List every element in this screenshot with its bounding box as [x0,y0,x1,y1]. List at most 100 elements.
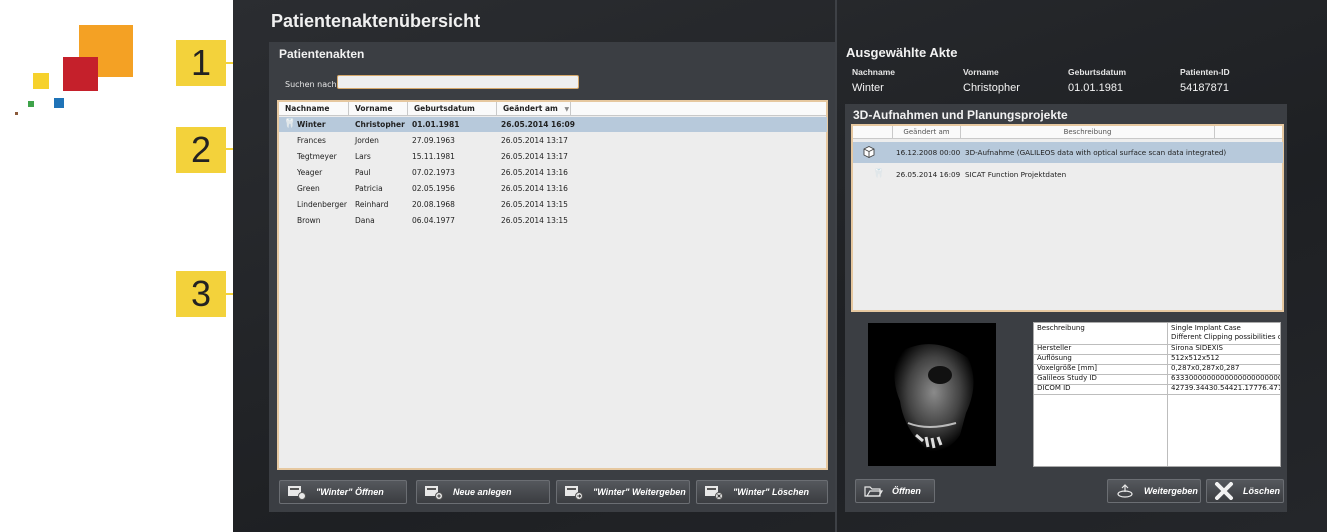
app-window: Patientenaktenübersicht Patientenakten S… [233,0,1327,532]
info-value: Sirona SIDEXIS [1167,344,1223,354]
project-changed: 16.12.2008 00:00 [896,148,961,157]
cell-firstname: Christopher [355,120,405,129]
projects-panel: 3D-Aufnahmen und Planungsprojekte Geände… [845,104,1287,512]
logo-square-red [63,57,98,91]
value-dob: 01.01.1981 [1068,82,1124,94]
info-value: 42739.34430.54421.17776.47144 [1167,384,1280,394]
cell-firstname: Paul [355,168,371,177]
delete-patient-button[interactable]: "Winter" Löschen [696,480,828,504]
sort-desc-icon: ▼ [564,106,570,113]
cell-lastname: Yeager [297,168,323,177]
info-value-line2: Different Clipping possibilities ca [1171,333,1281,341]
info-value-line1: Single Implant Case [1171,324,1241,332]
cell-firstname: Jorden [355,136,379,145]
logo-square-green [28,101,34,107]
cell-changed: 26.05.2014 13:17 [501,136,568,145]
project-changed: 26.05.2014 16:09 [896,170,961,179]
cell-changed: 26.05.2014 13:15 [501,216,568,225]
open-project-label: Öffnen [892,486,921,496]
cell-dob: 15.11.1981 [412,152,455,161]
patient-row[interactable]: 🦷 Winter Christopher 01.01.1981 26.05.20… [279,117,827,132]
projects-list[interactable]: Geändert am Beschreibung 16.12.2008 00:0… [851,124,1284,312]
project-detail: Beschreibung Single Implant Case Differe… [851,316,1284,474]
tooth-icon: 🦷 [284,119,296,129]
project-description: SICAT Function Projektdaten [965,170,1067,179]
open-patient-button[interactable]: "Winter" Öffnen [279,480,407,504]
logo-square-yellow [33,73,49,89]
patient-row[interactable]: Frances Jorden 27.09.1963 26.05.2014 13:… [279,133,827,148]
cell-firstname: Reinhard [355,200,389,209]
cell-lastname: Winter [297,120,326,129]
cell-dob: 06.04.1977 [412,216,455,225]
value-firstname: Christopher [963,82,1020,94]
info-value: 0,287x0,287x0,287 [1167,364,1239,374]
cell-lastname: Frances [297,136,326,145]
proj-col-icon [853,126,893,139]
forward-patient-label: "Winter" Weitergeben [593,487,686,497]
info-row: DICOM ID 42739.34430.54421.17776.47144 [1034,384,1280,395]
cell-dob: 27.09.1963 [412,136,455,145]
record-open-icon [286,484,308,500]
forward-patient-button[interactable]: "Winter" Weitergeben [556,480,690,504]
info-column-divider [1167,394,1168,466]
project-row[interactable]: 🦷 26.05.2014 16:09 SICAT Function Projek… [853,164,1283,185]
callout-1: 1 [176,40,226,86]
proj-col-filler [1215,126,1282,139]
cell-firstname: Lars [355,152,371,161]
col-header-dob[interactable]: Geburtsdatum [408,102,497,116]
label-patient-id: Patienten-ID [1180,67,1230,77]
info-value: 512x512x512 [1167,354,1219,364]
folder-open-icon [862,483,884,499]
info-key: Galileos Study ID [1037,374,1097,382]
delete-project-button[interactable]: Löschen [1206,479,1284,503]
pane-divider [835,0,837,532]
cell-firstname: Patricia [355,184,383,193]
value-lastname: Winter [852,82,884,94]
open-project-button[interactable]: Öffnen [855,479,935,503]
col-header-filler [571,102,826,116]
col-header-changed-label: Geändert am [503,104,558,113]
col-header-changed[interactable]: Geändert am ▼ [497,102,571,116]
patient-row[interactable]: Lindenberger Reinhard 20.08.1968 26.05.2… [279,197,827,212]
patient-row[interactable]: Tegtmeyer Lars 15.11.1981 26.05.2014 13:… [279,149,827,164]
label-firstname: Vorname [963,67,999,77]
cell-changed: 26.05.2014 13:15 [501,200,568,209]
page-title: Patientenaktenübersicht [271,11,481,31]
info-key: Auflösung [1037,354,1072,362]
cell-dob: 07.02.1973 [412,168,455,177]
forward-project-label: Weitergeben [1144,486,1198,496]
cell-lastname: Green [297,184,320,193]
patient-row[interactable]: Green Patricia 02.05.1956 26.05.2014 13:… [279,181,827,196]
cell-lastname: Brown [297,216,321,225]
label-dob: Geburtsdatum [1068,67,1127,77]
proj-col-changed[interactable]: Geändert am [893,126,961,139]
callout-2: 2 [176,127,226,173]
forward-project-button[interactable]: Weitergeben [1107,479,1201,503]
delete-patient-label: "Winter" Löschen [733,487,809,497]
patient-list[interactable]: Nachname Vorname Geburtsdatum Geändert a… [277,100,828,470]
project-description: 3D-Aufnahme (GALILEOS data with optical … [965,148,1227,157]
patient-records-title: Patientenakten [279,47,365,61]
proj-col-description[interactable]: Beschreibung [961,126,1215,139]
selected-record-title: Ausgewählte Akte [846,45,958,60]
search-input[interactable] [337,75,579,89]
value-patient-id: 54187871 [1180,82,1229,94]
projects-title: 3D-Aufnahmen und Planungsprojekte [853,108,1068,122]
cell-lastname: Lindenberger [297,200,347,209]
new-patient-button[interactable]: Neue anlegen [416,480,550,504]
cell-dob: 02.05.1956 [412,184,455,193]
label-lastname: Nachname [852,67,895,77]
cell-changed: 26.05.2014 13:17 [501,152,568,161]
info-value: 6333000000000000000000000000 [1167,374,1280,384]
project-row[interactable]: 16.12.2008 00:00 3D-Aufnahme (GALILEOS d… [853,142,1283,163]
cell-changed: 26.05.2014 13:16 [501,184,568,193]
xray-preview-image [868,323,996,466]
col-header-lastname[interactable]: Nachname [279,102,349,116]
callout-3: 3 [176,271,226,317]
patient-row[interactable]: Yeager Paul 07.02.1973 26.05.2014 13:16 [279,165,827,180]
col-header-firstname[interactable]: Vorname [349,102,408,116]
cell-dob: 01.01.1981 [412,120,460,129]
record-forward-icon [563,484,585,500]
logo-square-blue [54,98,64,108]
patient-row[interactable]: Brown Dana 06.04.1977 26.05.2014 13:15 [279,213,827,228]
